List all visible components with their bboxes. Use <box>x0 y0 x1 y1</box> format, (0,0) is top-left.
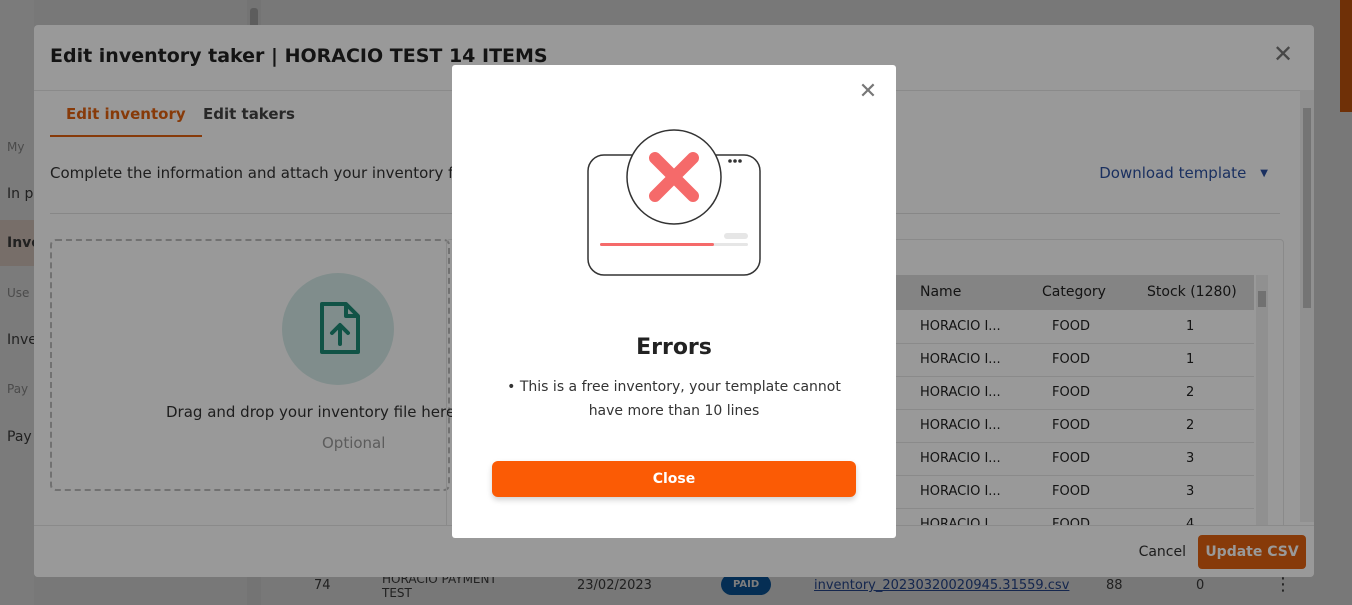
error-dialog: ✕ Errors • This is a free inventory, you… <box>452 65 896 538</box>
close-button[interactable]: Close <box>492 461 856 497</box>
error-message: • This is a free inventory, your templat… <box>507 379 841 419</box>
error-title: Errors <box>636 335 712 360</box>
error-illustration-icon <box>587 129 761 276</box>
close-icon[interactable]: ✕ <box>856 80 880 104</box>
